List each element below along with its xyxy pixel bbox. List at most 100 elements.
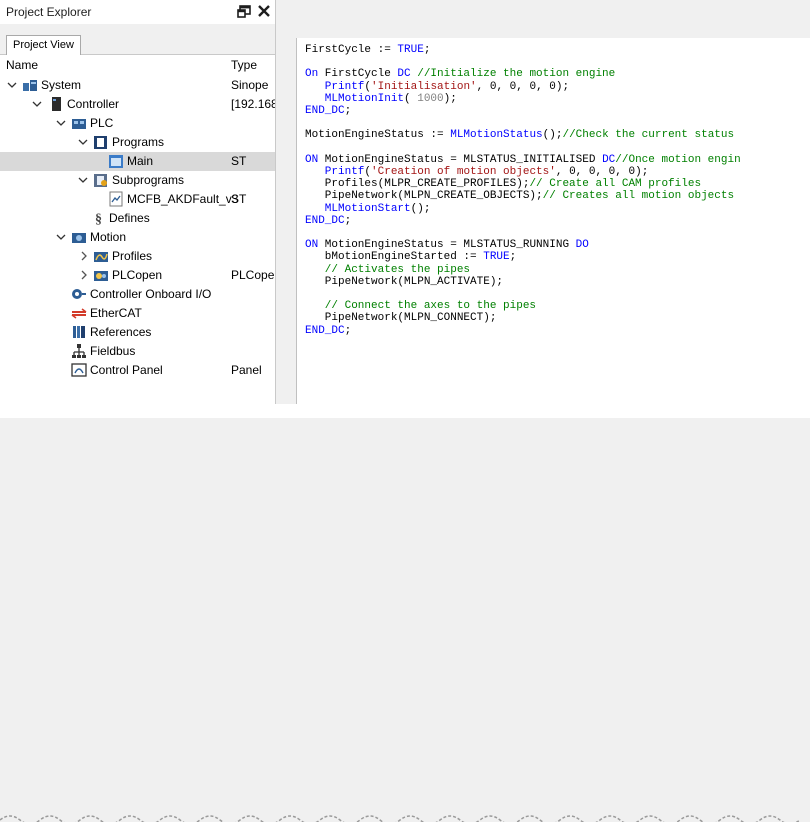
code-line[interactable]: bMotionEngineStarted := TRUE; [305,251,516,263]
tree-item-label: Control Panel [90,363,163,377]
tree-item-system[interactable]: System Sinope [0,76,275,95]
code-line[interactable]: // Connect the axes to the pipes [305,300,536,312]
code-token: MLMotionStart [305,202,411,215]
tree-item-label: Fieldbus [90,344,136,358]
code-line[interactable]: MLMotionInit( 1000); [305,93,457,105]
tree-item-plc[interactable]: PLC [0,114,275,133]
fieldbus-icon [71,343,87,359]
code-token: FirstCycle := [305,44,398,56]
tree-item-motion[interactable]: Motion [0,228,275,247]
tree-item-type: Sinope [231,78,269,92]
code-token: ( [404,92,418,105]
code-token: PipeNetwork(MLPN_CREATE_OBJECTS); [305,190,543,203]
tree-item-type: PLCoper [231,268,275,282]
tree-item-subprograms[interactable]: Subprograms [0,171,275,190]
subprogram-file-icon [108,191,124,207]
tree-item-label: MCFB_AKDFault_v3 [127,192,239,206]
tree-item-defines[interactable]: § Defines [0,209,275,228]
tree-item-label: Programs [112,135,165,149]
code-line[interactable]: Printf('Initialisation', 0, 0, 0, 0); [305,81,569,93]
code-line[interactable]: PipeNetwork(MLPN_ACTIVATE); [305,276,503,288]
code-line[interactable]: PipeNetwork(MLPN_CREATE_OBJECTS);// Crea… [305,190,734,202]
code-line[interactable]: FirstCycle := TRUE; [305,44,430,56]
code-token: ); [443,92,457,105]
code-token: (); [410,202,431,215]
code-line[interactable]: ON MotionEngineStatus = MLSTATUS_INITIAL… [305,154,741,166]
code-line[interactable]: MLMotionStart(); [305,202,431,215]
code-token: //Once motion engin [615,153,741,166]
code-token: ; [509,251,517,264]
column-header-type[interactable]: Type [231,58,257,72]
tree-item-label: Main [127,154,154,168]
code-line[interactable]: // Activates the pipes [305,264,470,276]
tree-item-label: References [90,325,152,339]
chevron-right-icon[interactable] [79,269,89,281]
tree-item-label: Subprograms [112,173,185,187]
tree-item-label: Controller Onboard I/O [90,287,212,301]
code-editor[interactable]: FirstCycle := TRUE; On FirstCycle DC //In… [296,38,810,404]
tree-item-label: Controller [67,97,120,111]
close-icon[interactable] [256,2,272,20]
code-token: bMotionEngineStarted := [305,251,484,264]
chevron-down-icon[interactable] [56,231,66,243]
code-line[interactable]: Printf('Creation of motion objects', 0, … [305,166,649,178]
svg-text:§: § [95,212,102,226]
chevron-down-icon[interactable] [56,117,66,129]
code-token: TRUE [483,251,510,264]
code-line[interactable]: END_DC; [305,215,351,227]
onboard-io-icon [71,286,87,302]
code-token: MLMotionInit [305,92,405,105]
tree-item-profiles[interactable]: Profiles [0,247,275,266]
code-token: Printf [305,80,365,93]
project-tree: Name Type System Sinope Controller [192.… [0,55,275,418]
plcopen-icon [93,267,109,283]
tree-item-type: Panel [231,363,262,377]
tree-item-type: [192.168 [231,97,275,111]
tree-item-label: Profiles [112,249,153,263]
code-token: ON [305,239,319,252]
tree-item-type: ST [231,154,247,168]
chevron-down-icon[interactable] [78,174,88,186]
tree-item-label: Motion [90,230,127,244]
project-explorer-title: Project Explorer [6,5,92,19]
tree-item-control-panel[interactable]: Control Panel Panel [0,361,275,380]
code-token: END_DC [305,105,345,117]
tree-item-references[interactable]: References [0,323,275,342]
tree-item-mcfb-akdfault-v3[interactable]: MCFB_AKDFault_v3 ST [0,190,275,209]
code-token: On [305,68,319,81]
tree-item-type: ST [231,192,247,206]
code-token: Printf [305,166,365,178]
subprograms-folder-icon [93,172,109,188]
tab-project-view[interactable]: Project View [6,35,81,55]
tree-item-ethercat[interactable]: EtherCAT [0,304,275,323]
tree-item-controller[interactable]: Controller [192.168 [0,95,275,114]
tree-item-fieldbus[interactable]: Fieldbus [0,342,275,361]
code-line[interactable]: ON MotionEngineStatus = MLSTATUS_RUNNING… [305,239,589,251]
code-line[interactable]: END_DC; [305,105,351,117]
tree-item-controller-onboard-io[interactable]: Controller Onboard I/O [0,285,275,304]
chevron-down-icon[interactable] [32,98,42,110]
code-token: Profiles(MLPR_CREATE_PROFILES); [305,178,530,191]
code-token: ; [423,44,431,56]
code-line[interactable]: END_DC; [305,325,351,337]
tree-item-programs[interactable]: Programs [0,133,275,152]
chevron-down-icon[interactable] [78,136,88,148]
code-token: ; [344,324,352,337]
code-token: ON [305,153,319,166]
code-token: MLMotionStatus [450,129,543,142]
profiles-icon [93,248,109,264]
chevron-down-icon[interactable] [7,79,17,91]
column-header-name[interactable]: Name [6,58,38,72]
tree-item-plcopen[interactable]: PLCopen PLCoper [0,266,275,285]
tree-item-label: Defines [109,211,150,225]
code-token: //Initialize the motion engine [410,68,616,81]
code-line[interactable]: On FirstCycle DC //Initialize the motion… [305,68,615,80]
code-line[interactable]: Profiles(MLPR_CREATE_PROFILES);// Create… [305,178,701,190]
code-line[interactable]: MotionEngineStatus := MLMotionStatus();/… [305,129,734,141]
code-line[interactable]: PipeNetwork(MLPN_CONNECT); [305,312,497,324]
pin-icon[interactable] [237,2,253,20]
code-token: END_DC [305,324,345,337]
chevron-right-icon[interactable] [79,250,89,262]
code-token: ; [344,105,352,117]
tree-item-main[interactable]: Main ST [0,152,275,171]
